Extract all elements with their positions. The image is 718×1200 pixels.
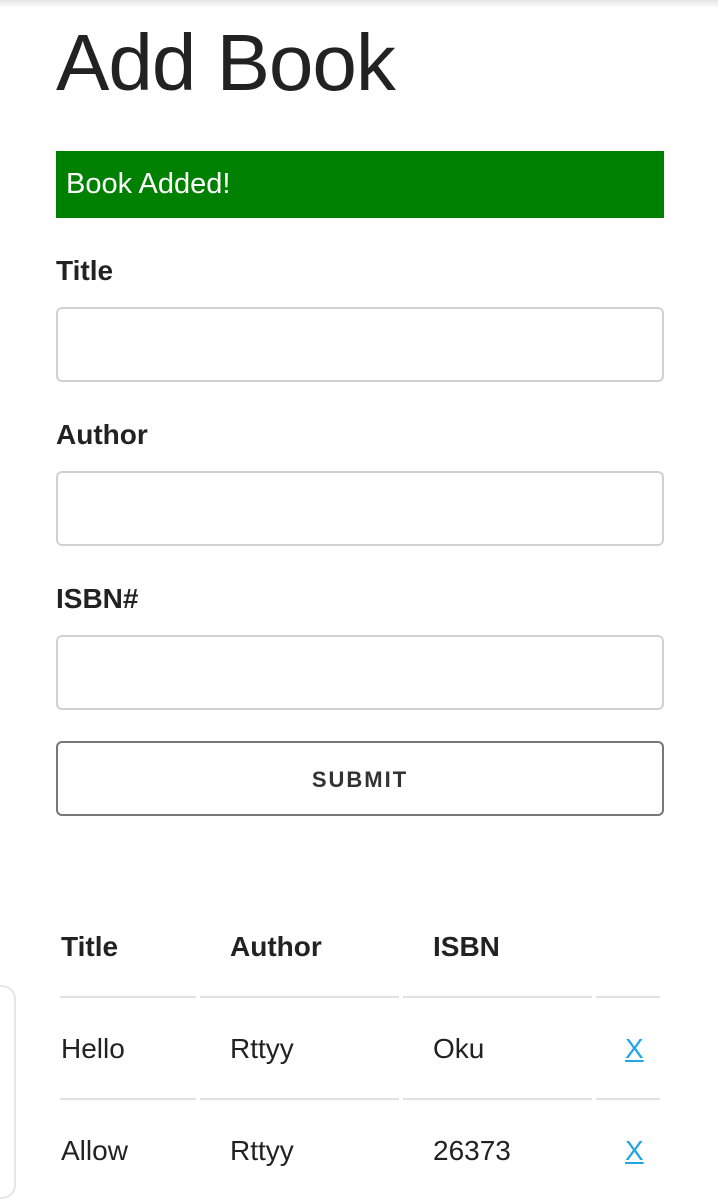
side-card-edge [0, 985, 16, 1199]
table-divider [596, 996, 660, 998]
row-author: Rttyy [230, 1135, 294, 1166]
page-title: Add Book [56, 18, 396, 107]
isbn-label: ISBN# [56, 583, 139, 614]
top-shadow [0, 0, 718, 8]
table-divider [200, 996, 399, 998]
title-input[interactable] [56, 307, 664, 382]
table-divider [60, 1098, 196, 1100]
table-divider [60, 996, 196, 998]
row-author: Rttyy [230, 1033, 294, 1064]
isbn-input[interactable] [56, 635, 664, 710]
row-isbn: Oku [433, 1033, 485, 1064]
table-divider [596, 1098, 660, 1100]
success-alert: Book Added! [56, 151, 664, 218]
table-header-title: Title [61, 931, 119, 962]
table-divider [200, 1098, 399, 1100]
table-divider [403, 996, 592, 998]
author-label: Author [56, 419, 148, 450]
author-input[interactable] [56, 471, 664, 546]
row-title: Hello [61, 1033, 125, 1064]
row-title: Allow [61, 1135, 128, 1166]
submit-button[interactable]: SUBMIT [56, 741, 664, 816]
row-isbn: 26373 [433, 1135, 511, 1166]
delete-link[interactable]: X [625, 1135, 644, 1167]
table-header-author: Author [230, 931, 322, 962]
table-header-isbn: ISBN [433, 931, 500, 962]
table-divider [403, 1098, 592, 1100]
delete-link[interactable]: X [625, 1033, 644, 1065]
title-label: Title [56, 255, 114, 286]
